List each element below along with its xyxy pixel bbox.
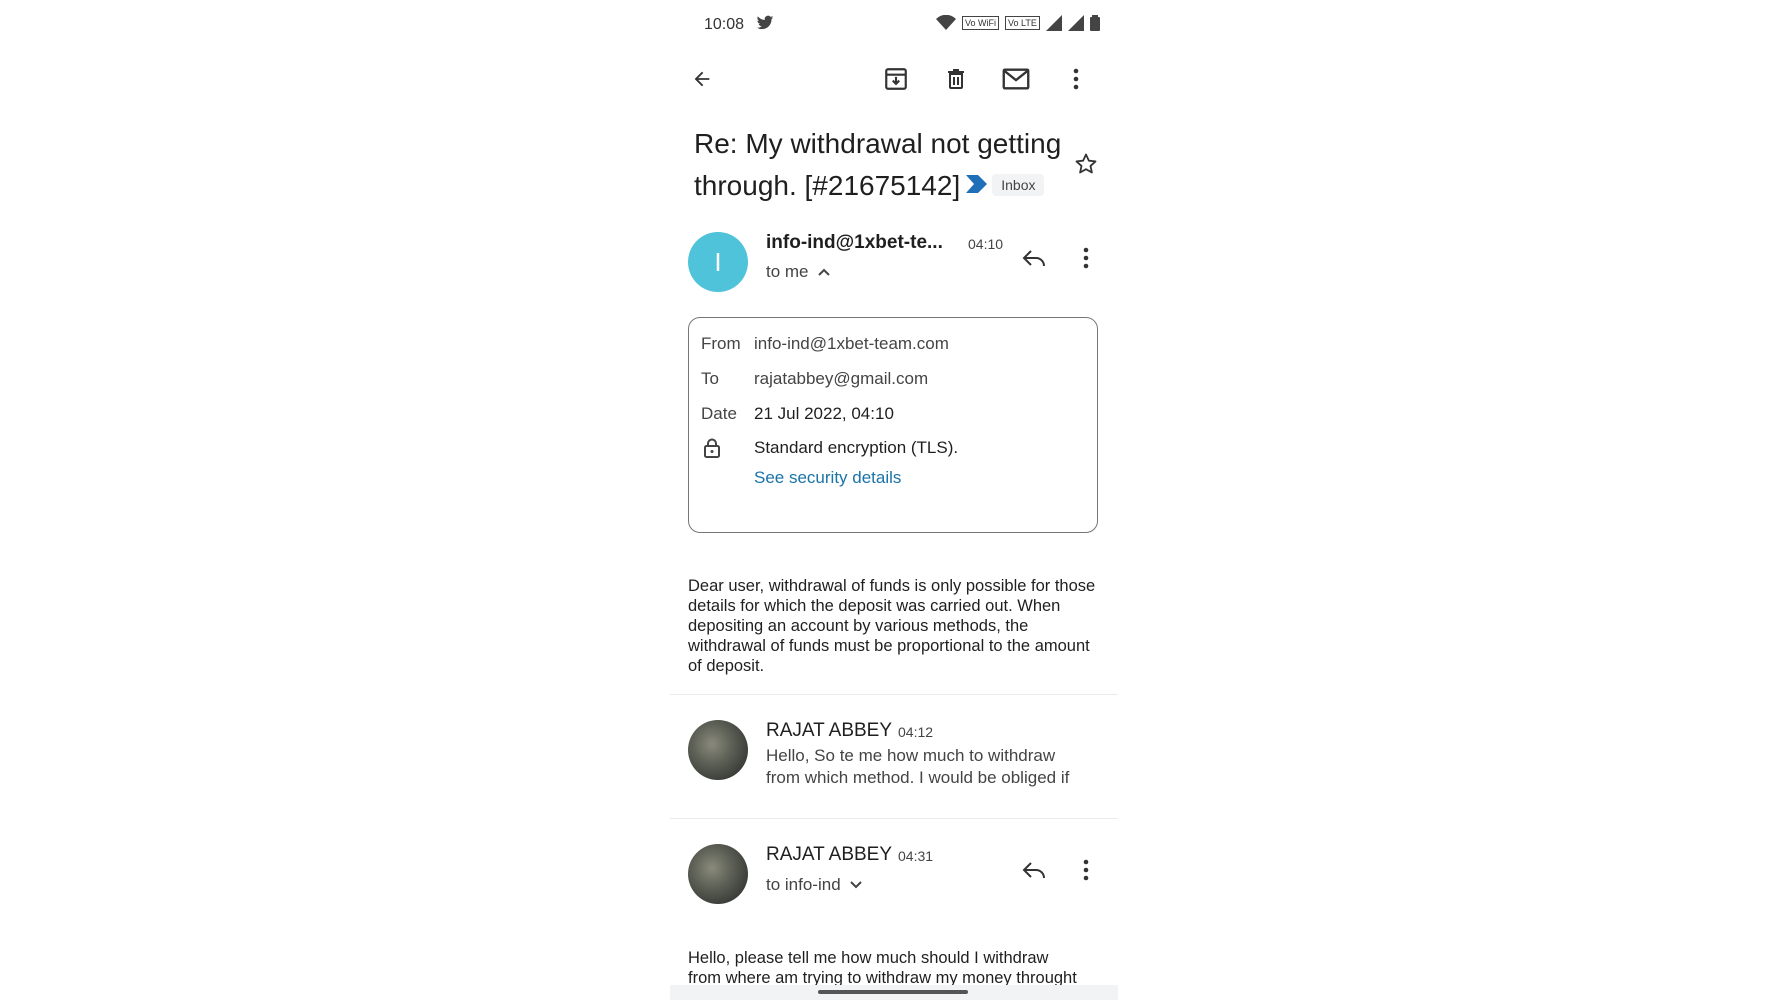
sender-name: info-ind@1xbet-te... [766, 232, 943, 253]
chevron-down-icon [849, 881, 862, 889]
back-button[interactable] [684, 61, 720, 97]
trash-icon [948, 69, 964, 89]
status-icons: Vo WiFi Vo LTE [936, 15, 1100, 31]
sender-avatar[interactable]: I [688, 232, 748, 292]
message-body-partial: Hello, please tell me how much should I … [688, 948, 1108, 985]
from-value[interactable]: info-ind@1xbet-team.com [754, 334, 949, 354]
message-time: 04:31 [898, 848, 934, 864]
body-line2: from where am trying to withdraw my mone… [688, 969, 1077, 985]
important-marker-icon[interactable] [966, 164, 988, 204]
to-value[interactable]: rajatabbey@gmail.com [754, 369, 928, 389]
wifi-icon [936, 15, 956, 30]
body-line1: Hello, please tell me how much should I … [688, 949, 1049, 967]
mark-unread-button[interactable] [998, 61, 1034, 97]
recipient-toggle[interactable]: to info-ind [766, 875, 863, 895]
message-snippet-line1: Hello, So te me how much to withdraw [766, 746, 1056, 765]
reply-icon [1022, 862, 1045, 879]
message-time: 04:12 [898, 724, 934, 740]
more-options-button[interactable] [1058, 61, 1094, 97]
more-vert-icon [1083, 247, 1089, 269]
more-vert-icon [1073, 68, 1079, 90]
battery-icon [1089, 15, 1100, 31]
twitter-icon [756, 15, 774, 36]
recipient-text: to info-ind [766, 875, 841, 894]
sender-avatar-photo[interactable] [688, 844, 748, 904]
message-more-button[interactable] [1068, 240, 1104, 276]
message-body: Dear user, withdrawal of funds is only p… [688, 577, 1096, 675]
archive-button[interactable] [878, 61, 914, 97]
lock-icon [703, 438, 721, 463]
delete-button[interactable] [938, 61, 974, 97]
reply-icon [1022, 250, 1045, 267]
mail-icon [1002, 68, 1030, 90]
message-more-button[interactable] [1068, 852, 1104, 888]
from-label: From [701, 334, 741, 353]
inbox-label[interactable]: Inbox [992, 174, 1045, 196]
encryption-text: Standard encryption (TLS). [754, 438, 959, 457]
phone-screen: 10:08 Vo WiFi Vo LTE Re: My withdrawal n… [670, 0, 1118, 1000]
sender-avatar-photo[interactable] [688, 720, 748, 780]
arrow-left-icon [694, 71, 710, 87]
message-snippet-line2: from which method. I would be obliged if [766, 768, 1070, 787]
vowifi-badge: Vo WiFi [962, 16, 1000, 30]
gesture-handle[interactable] [818, 990, 968, 994]
signal-icon-2 [1067, 15, 1084, 31]
recipient-text: to me [766, 262, 809, 281]
message-details-box: From info-ind@1xbet-team.com To rajatabb… [688, 317, 1098, 533]
reply-button[interactable] [1016, 852, 1052, 888]
date-label: Date [701, 404, 737, 423]
volte-badge: Vo LTE [1005, 16, 1040, 30]
star-icon [1075, 153, 1097, 174]
to-label: To [701, 369, 719, 388]
star-button[interactable] [1068, 146, 1104, 182]
signal-icon [1045, 15, 1062, 31]
sender-name: RAJAT ABBEY [766, 720, 893, 741]
recipient-toggle[interactable]: to me [766, 262, 831, 282]
security-details-link[interactable]: See security details [754, 468, 901, 488]
chevron-up-icon [817, 268, 830, 276]
more-vert-icon [1083, 859, 1089, 881]
sender-name: RAJAT ABBEY [766, 844, 893, 865]
reply-button[interactable] [1016, 240, 1052, 276]
message-time: 04:10 [968, 236, 1004, 252]
status-time: 10:08 [704, 16, 745, 33]
divider [670, 818, 1118, 819]
date-value: 21 Jul 2022, 04:10 [754, 404, 894, 423]
email-subject: Re: My withdrawal not getting through. [… [694, 124, 1064, 206]
archive-icon [885, 68, 907, 90]
